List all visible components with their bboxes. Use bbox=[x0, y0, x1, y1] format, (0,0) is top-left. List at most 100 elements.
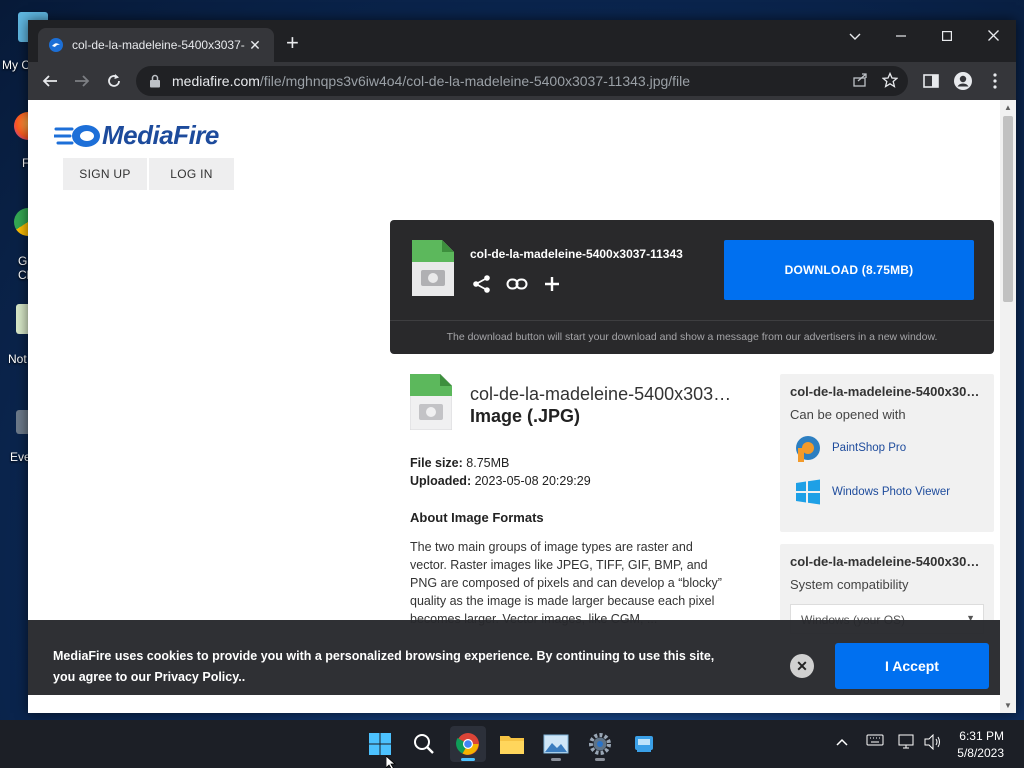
download-button[interactable]: DOWNLOAD (8.75MB) bbox=[724, 240, 974, 300]
tab-close-icon[interactable]: ✕ bbox=[246, 37, 264, 54]
minimize-button[interactable] bbox=[878, 20, 924, 52]
speaker-icon bbox=[924, 733, 940, 751]
file-type: Image (.JPG) bbox=[470, 406, 581, 426]
kebab-menu-icon bbox=[993, 73, 997, 89]
windows-start-icon bbox=[369, 733, 391, 755]
cookie-text: MediaFire uses cookies to provide you wi… bbox=[53, 649, 715, 684]
side-panel-icon bbox=[923, 74, 939, 88]
open-with-title: col-de-la-madeleine-5400x3037-11343.jpg bbox=[790, 384, 986, 399]
sign-up-button[interactable]: SIGN UP bbox=[63, 158, 147, 190]
back-arrow-icon bbox=[42, 75, 57, 87]
logo-wordmark: MediaFire bbox=[102, 120, 219, 150]
program-windows-photo-viewer[interactable]: Windows Photo Viewer bbox=[794, 478, 950, 506]
image-file-icon bbox=[412, 240, 454, 296]
tab-title: col-de-la-madeleine-5400x3037- bbox=[72, 38, 245, 52]
download-panel: col-de-la-madeleine-5400x3037-11343 DOWN… bbox=[390, 220, 994, 354]
mediafire-logo[interactable]: MediaFire bbox=[54, 120, 219, 151]
browser-tab[interactable]: col-de-la-madeleine-5400x3037- ✕ bbox=[38, 28, 274, 62]
folder-icon bbox=[500, 736, 524, 754]
show-hidden-icons-button[interactable] bbox=[836, 734, 848, 749]
share-page-icon[interactable] bbox=[852, 72, 868, 88]
url-domain: mediafire.com bbox=[172, 73, 260, 89]
about-text: The two main groups of image types are r… bbox=[410, 540, 722, 626]
scroll-down-icon[interactable]: ▼ bbox=[1004, 701, 1012, 710]
taskbar-settings[interactable] bbox=[582, 726, 618, 762]
web-page: MediaFire SIGN UP LOG IN col-de-la-madel… bbox=[28, 100, 1000, 713]
file-size-label: File size: bbox=[410, 456, 463, 470]
maximize-button[interactable] bbox=[924, 20, 970, 52]
network-icon bbox=[898, 734, 914, 749]
reload-icon bbox=[108, 74, 120, 87]
program-label: Windows Photo Viewer bbox=[832, 486, 951, 498]
file-size-value: 8.75MB bbox=[466, 456, 510, 470]
add-icon[interactable] bbox=[542, 274, 562, 294]
forward-button[interactable] bbox=[66, 65, 98, 97]
desktop-icon-firefox[interactable]: F bbox=[0, 112, 42, 170]
link-icon[interactable] bbox=[506, 274, 528, 294]
keyboard-tray-button[interactable] bbox=[866, 734, 884, 749]
cookie-banner: MediaFire uses cookies to provide you wi… bbox=[28, 620, 1000, 695]
uploaded-label: Uploaded: bbox=[410, 474, 472, 488]
desktop-icon-my-computer[interactable]: My C bbox=[0, 12, 48, 72]
taskbar-chrome[interactable] bbox=[450, 726, 486, 762]
gear-icon bbox=[589, 733, 611, 755]
profile-button[interactable] bbox=[948, 66, 978, 96]
uploaded-value: 2023-05-08 20:29:29 bbox=[474, 474, 591, 488]
file-name: col-de-la-madeleine-5400x3037-11343.jpg bbox=[470, 384, 738, 404]
desktop-icon-event-viewer[interactable]: Eve bbox=[0, 410, 38, 464]
browser-window: col-de-la-madeleine-5400x3037- ✕ + media… bbox=[28, 20, 1016, 713]
taskbar-search-button[interactable] bbox=[406, 726, 442, 762]
compat-subtitle: System compatibility bbox=[790, 577, 909, 592]
network-tray-button[interactable] bbox=[898, 734, 916, 753]
desktop-icon-chrome[interactable]: G Ch bbox=[0, 208, 42, 282]
tab-strip: col-de-la-madeleine-5400x3037- ✕ + bbox=[28, 20, 1016, 62]
program-label: PaintShop Pro bbox=[832, 442, 907, 454]
running-indicator bbox=[595, 758, 605, 761]
download-note: The download button will start your down… bbox=[446, 331, 938, 343]
cookie-close-button[interactable]: ✕ bbox=[790, 654, 814, 678]
open-with-card: col-de-la-madeleine-5400x3037-11343.jpg … bbox=[780, 374, 994, 532]
mediafire-flame-icon bbox=[54, 124, 100, 147]
taskbar-photos[interactable] bbox=[538, 726, 574, 762]
scrollbar-thumb[interactable] bbox=[1003, 116, 1013, 302]
back-button[interactable] bbox=[34, 65, 66, 97]
program-paintshop-pro[interactable]: PaintShop Pro bbox=[794, 434, 906, 462]
page-scrollbar[interactable]: ▲ ▼ bbox=[1000, 100, 1016, 713]
bookmark-star-icon[interactable] bbox=[882, 72, 898, 88]
reload-button[interactable] bbox=[98, 65, 130, 97]
desktop-icon-label: Not bbox=[8, 352, 27, 366]
browser-toolbar: mediafire.com/file/mghnqps3v6iw4o4/col-d… bbox=[28, 62, 1016, 100]
desktop-icon-label: My C bbox=[2, 58, 30, 72]
volume-tray-button[interactable] bbox=[924, 733, 942, 753]
side-panel-button[interactable] bbox=[916, 66, 946, 96]
scroll-up-icon[interactable]: ▲ bbox=[1004, 103, 1012, 112]
image-file-icon bbox=[410, 374, 452, 430]
tab-search-icon[interactable] bbox=[832, 20, 878, 52]
app-window-icon bbox=[635, 736, 653, 752]
log-in-button[interactable]: LOG IN bbox=[149, 158, 234, 190]
about-heading: About Image Formats bbox=[410, 510, 544, 525]
forward-arrow-icon bbox=[75, 75, 90, 87]
compat-title: col-de-la-madeleine-5400x3037-11343.jpg bbox=[790, 554, 986, 569]
taskbar-app[interactable] bbox=[626, 726, 662, 762]
windows-logo-icon bbox=[796, 479, 820, 505]
taskbar: 6:31 PM 5/8/2023 bbox=[0, 720, 1024, 768]
new-tab-button[interactable]: + bbox=[286, 32, 299, 54]
address-bar[interactable]: mediafire.com/file/mghnqps3v6iw4o4/col-d… bbox=[136, 66, 908, 96]
close-window-button[interactable] bbox=[970, 20, 1016, 52]
desktop-icon-notepad[interactable]: Not bbox=[0, 304, 40, 366]
share-icon[interactable] bbox=[472, 274, 492, 294]
lock-icon bbox=[150, 74, 160, 88]
file-actions bbox=[472, 274, 562, 294]
photos-icon bbox=[543, 734, 569, 754]
profile-avatar-icon bbox=[954, 72, 972, 90]
browser-menu-button[interactable] bbox=[980, 66, 1010, 96]
download-file-name: col-de-la-madeleine-5400x3037-11343 bbox=[470, 247, 683, 261]
mediafire-favicon-icon bbox=[49, 38, 63, 52]
open-with-subtitle: Can be opened with bbox=[790, 407, 906, 422]
system-clock[interactable]: 6:31 PM 5/8/2023 bbox=[957, 728, 1004, 762]
url-path: /file/mghnqps3v6iw4o4/col-de-la-madelein… bbox=[259, 73, 691, 89]
taskbar-file-explorer[interactable] bbox=[494, 726, 530, 762]
accept-cookies-button[interactable]: I Accept bbox=[835, 643, 989, 689]
running-indicator bbox=[551, 758, 561, 761]
